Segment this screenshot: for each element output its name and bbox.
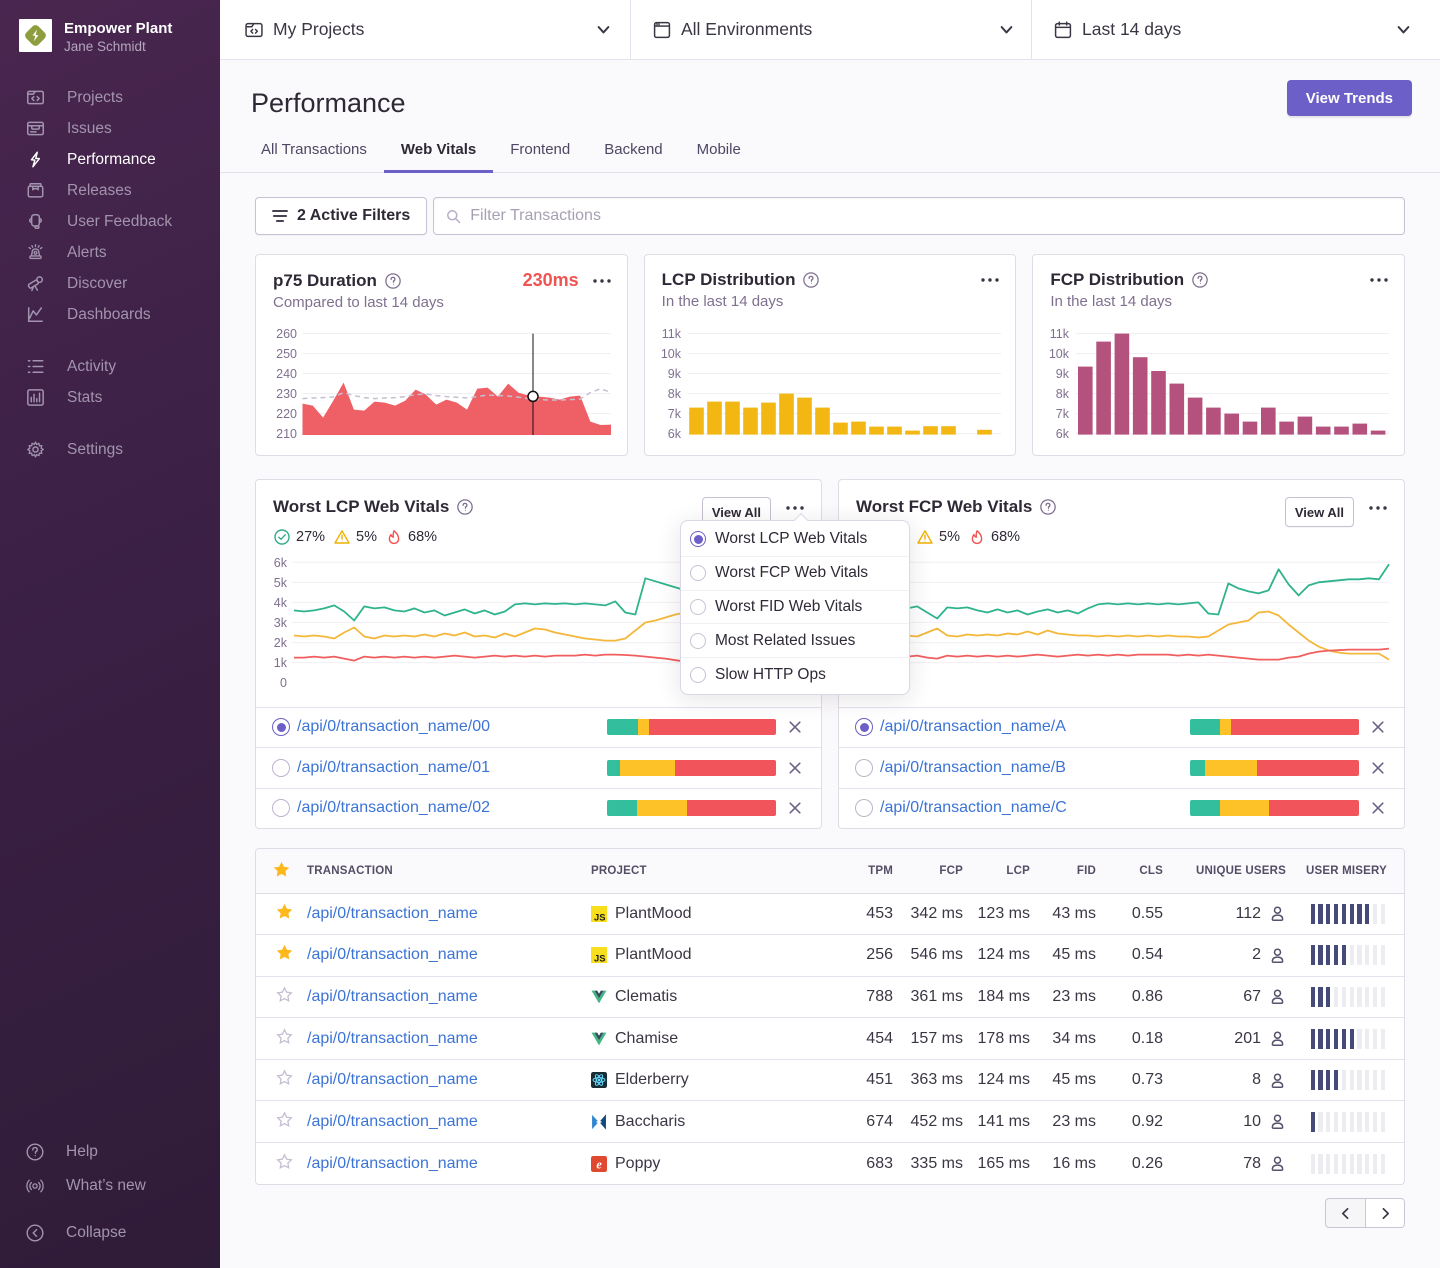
svg-text:1k: 1k <box>274 656 288 670</box>
svg-text:3k: 3k <box>274 616 288 630</box>
svg-text:8k: 8k <box>667 387 681 401</box>
svg-text:0: 0 <box>280 676 287 690</box>
svg-text:10k: 10k <box>661 347 682 361</box>
svg-text:5k: 5k <box>274 576 288 590</box>
svg-text:10k: 10k <box>1049 347 1070 361</box>
svg-text:240: 240 <box>276 367 297 381</box>
svg-text:JS: JS <box>594 912 605 922</box>
svg-text:e: e <box>596 1157 602 1171</box>
svg-text:9k: 9k <box>667 367 681 381</box>
svg-text:11k: 11k <box>661 327 681 341</box>
svg-text:7k: 7k <box>1056 407 1070 421</box>
svg-text:220: 220 <box>276 407 297 421</box>
svg-text:7k: 7k <box>667 407 681 421</box>
svg-text:6k: 6k <box>1056 427 1070 441</box>
svg-text:2k: 2k <box>274 636 288 650</box>
svg-text:8k: 8k <box>1056 387 1070 401</box>
svg-text:6k: 6k <box>274 556 288 570</box>
svg-text:210: 210 <box>276 427 297 441</box>
svg-text:JS: JS <box>594 954 605 964</box>
svg-text:4k: 4k <box>274 596 288 610</box>
svg-text:250: 250 <box>276 347 297 361</box>
svg-text:9k: 9k <box>1056 367 1070 381</box>
svg-text:260: 260 <box>276 327 297 341</box>
svg-text:6k: 6k <box>667 427 681 441</box>
svg-text:230: 230 <box>276 387 297 401</box>
svg-text:11k: 11k <box>1050 327 1070 341</box>
